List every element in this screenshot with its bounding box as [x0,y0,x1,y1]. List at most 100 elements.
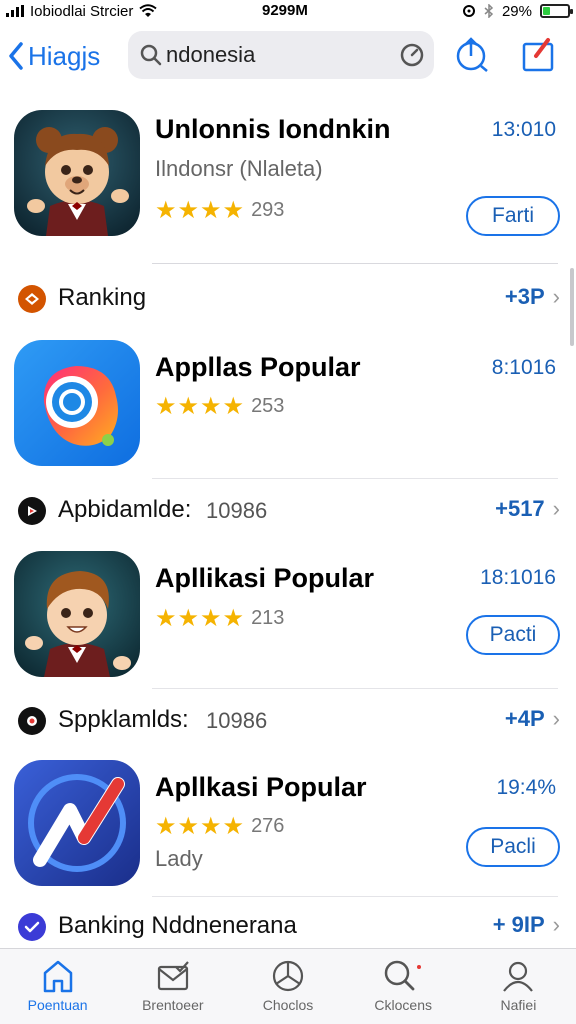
section-link-label: + 9IP [492,912,545,937]
app-icon-boy-mascot[interactable] [14,551,140,677]
section-link-label: +3P [504,284,545,309]
location-icon [462,5,475,17]
app-subtitle: Lady [155,846,203,871]
check-badge-icon [18,913,46,941]
section-see-all-link[interactable]: +4P › [505,706,560,732]
section-header-ranking: Ranking +3P › [0,276,576,320]
rating-count: 253 [251,395,285,417]
battery-icon [540,4,573,18]
search-icon [384,960,422,991]
compose-icon [522,38,554,72]
play-badge-icon [18,497,46,525]
section-see-all-link[interactable]: +3P › [505,284,560,310]
person-icon [503,961,534,992]
signal-icon [6,5,24,17]
section-header-banking: Banking Nddnenerana + 9IP › [0,904,576,948]
divider [152,688,558,689]
section-header-apbidamlde: Apbidamlde: 10986 +517 › [0,488,576,532]
star-rating-icon: ★★★★ [155,813,246,840]
status-left: Iobiodlai Strcier [6,0,158,22]
share-icon [456,37,488,72]
divider [152,478,558,479]
clear-search-icon[interactable] [400,43,424,67]
app-title[interactable]: Apllkasi Popular [155,772,367,803]
section-title: Ranking [58,284,147,311]
tab-label: Brentoeer [142,997,204,1013]
status-right: 29% [462,0,573,22]
wifi-icon [139,4,158,17]
rating-count: 213 [251,607,285,629]
tab-profile[interactable]: Nafiei [461,949,576,1024]
section-link-label: +4P [504,706,545,731]
section-title: Apbidamlde: [58,496,192,523]
tab-label: Poentuan [27,997,88,1013]
share-button[interactable] [452,34,492,74]
tab-mail[interactable]: Brentoeer [115,949,230,1024]
section-title: Sppklamlds: [58,706,189,733]
back-button[interactable]: Hiagjs [8,36,100,76]
app-icon-trend[interactable] [14,760,140,886]
app-title[interactable]: Appllas Popular [155,352,361,383]
app-rating: ★★★★ 276 [155,812,284,841]
featured-get-button[interactable]: Farti [466,196,560,236]
back-label: Hiagjs [28,40,101,71]
section-title: Banking Nddnenerana [58,912,297,939]
search-bar[interactable] [128,31,434,79]
app-get-button[interactable]: Pacli [466,827,560,867]
featured-app-meta: 13:010 [491,118,556,141]
tab-bar: Poentuan Brentoeer Choclos Cklocens Nafi… [0,948,576,1024]
tab-label: Nafiei [500,997,537,1013]
section-header-sppklamlds: Sppklamlds: 10986 +4P › [0,698,576,742]
status-bar: Iobiodlai Strcier 9299M 29% [0,0,576,22]
section-see-all-link[interactable]: +517 › [495,496,560,522]
compose-button[interactable] [518,34,558,74]
rating-count: 293 [251,199,285,221]
star-rating-icon: ★★★★ [155,393,246,420]
app-meta: 8:1016 [491,356,556,379]
app-icon-appllas[interactable] [14,340,140,466]
mercedes-icon [272,960,304,992]
chevron-right-icon: › [552,706,560,731]
section-see-all-link[interactable]: + 9IP › [493,912,560,938]
search-input[interactable] [166,42,386,68]
featured-app-title[interactable]: Unlonnis Iondnkin [155,114,390,145]
status-time: 9299M [262,2,308,19]
bluetooth-icon [484,4,494,18]
star-rating-icon: ★★★★ [155,605,246,632]
divider [152,263,558,264]
featured-app-subtitle: Ilndonsr (Nlaleta) [155,156,323,181]
camera-lens-icon [14,340,140,466]
tab-choclos[interactable]: Choclos [230,949,345,1024]
app-get-button[interactable]: Pacti [466,615,560,655]
bear-mascot-icon [14,110,140,236]
tab-home[interactable]: Poentuan [0,949,115,1024]
chevron-right-icon: › [552,284,560,309]
app-title[interactable]: Apllikasi Popular [155,563,374,594]
chevron-right-icon: › [552,496,560,521]
app-rating: ★★★★ 253 [155,392,284,421]
tab-search[interactable]: Cklocens [346,949,461,1024]
app-rating: ★★★★ 213 [155,604,284,633]
tab-label: Cklocens [374,997,432,1013]
chevron-left-icon [9,42,23,70]
app-meta: 18:1016 [480,566,556,589]
boy-mascot-icon [14,551,140,677]
star-rating-icon: ★★★★ [155,197,246,224]
featured-app-icon[interactable] [14,110,140,236]
chevron-right-icon: › [552,912,560,937]
mail-check-icon [157,961,189,991]
scroll-indicator[interactable] [570,268,574,346]
rating-count: 276 [251,815,285,837]
tab-label: Choclos [262,997,314,1013]
section-count: 10986 [206,498,268,523]
app-meta: 19:4% [496,776,556,799]
nav-bar: Hiagjs [0,28,576,84]
battery-percent: 29% [501,2,532,20]
record-badge-icon [18,707,46,735]
home-icon [43,960,72,993]
carrier-name: Iobiodlai Strcier [30,2,134,20]
section-count: 10986 [206,708,268,733]
section-link-label: +517 [495,496,545,521]
trend-arrow-icon [14,760,140,886]
featured-rating: ★★★★ 293 [155,196,284,225]
